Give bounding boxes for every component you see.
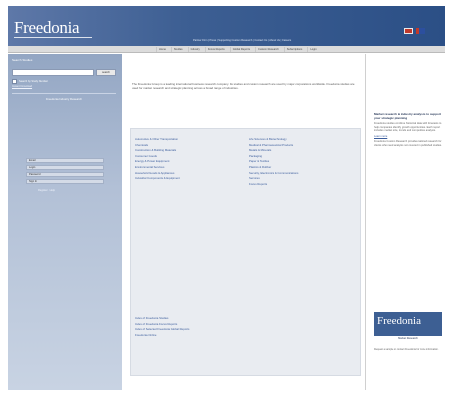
learn-more-link[interactable]: Learn more xyxy=(374,135,442,139)
study-number-label: Search by Study Number xyxy=(19,80,48,83)
index-link[interactable]: Index of Selected Freedonia Global Repor… xyxy=(135,327,189,333)
sidebar-divider xyxy=(12,93,116,94)
register-link[interactable]: Register xyxy=(38,189,48,192)
nav-item-custom[interactable]: Custom Research xyxy=(255,47,281,52)
promo-box: Market research & industry analysis to s… xyxy=(374,112,442,148)
industry-panel: Automotive & Other Transportation Chemic… xyxy=(130,128,361,376)
site-header: Freedonia Partner Firm | Press | Support… xyxy=(8,6,445,46)
header-links[interactable]: Partner Firm | Press | Supporting Custom… xyxy=(193,39,291,42)
top-nav: Home Studies Industry Focus Reports Glob… xyxy=(8,46,445,53)
study-number-checkbox[interactable] xyxy=(12,79,17,84)
promo-title: Market research & industry analysis to s… xyxy=(374,112,442,120)
promo-text-2: Freedonia Custom Research provides tailo… xyxy=(374,140,442,147)
login-form: Email Login Password Sign In xyxy=(26,158,104,186)
left-sidebar: Search Studies search Search by Study Nu… xyxy=(8,54,122,390)
industry-link[interactable]: Focus Reports xyxy=(249,182,298,188)
nav-item-studies[interactable]: Studies xyxy=(170,47,185,52)
right-sidebar: Market research & industry analysis to s… xyxy=(365,54,445,390)
password-field[interactable]: Password xyxy=(26,172,104,177)
flag-icon[interactable] xyxy=(416,28,425,34)
promo-footnote: Request a sample or contact Freedonia fo… xyxy=(374,348,439,351)
flag-icon[interactable] xyxy=(404,28,413,34)
promo-logo-subtitle: Market Research xyxy=(398,337,418,340)
index-link[interactable]: Freedonia Online xyxy=(135,333,189,339)
search-title: Search Studies xyxy=(12,58,33,62)
search-button[interactable]: search xyxy=(96,69,116,76)
index-links: Index of Freedonia Studies Index of Free… xyxy=(135,316,189,338)
sidebar-links: Register Help xyxy=(38,189,55,192)
nav-item-home[interactable]: Home xyxy=(156,47,168,52)
help-link[interactable]: Help xyxy=(50,189,55,192)
email-field[interactable]: Email xyxy=(26,158,104,163)
study-number-option[interactable]: Search by Study Number xyxy=(12,79,48,84)
promo-logo[interactable]: Freedonia xyxy=(374,312,442,336)
industry-list-left: Automotive & Other Transportation Chemic… xyxy=(135,137,180,182)
instant-download-link[interactable]: Instant Download xyxy=(12,85,32,88)
industry-link[interactable]: Construction & Building Materials xyxy=(135,148,180,154)
logo-underline xyxy=(14,37,92,38)
nav-item-industry[interactable]: Industry xyxy=(187,47,202,52)
search-input[interactable] xyxy=(12,69,94,76)
language-flags xyxy=(404,28,425,34)
industry-link[interactable]: Automotive & Other Transportation xyxy=(135,137,180,143)
page: Freedonia Partner Firm | Press | Support… xyxy=(8,6,445,390)
nav-item-subscriptions[interactable]: Subscriptions xyxy=(283,47,305,52)
intro-text: The Freedonia Group is a leading interna… xyxy=(132,82,355,91)
industry-list-right: Life Sciences & Biotechnology Medical & … xyxy=(249,137,298,187)
main-content: The Freedonia Group is a leading interna… xyxy=(126,54,363,390)
login-field[interactable]: Login xyxy=(26,165,104,170)
promo-text: Freedonia studies combine historical dat… xyxy=(374,122,442,133)
nav-item-focus[interactable]: Focus Reports xyxy=(204,47,227,52)
site-logo[interactable]: Freedonia xyxy=(14,18,80,38)
sidebar-heading: Freedonia Industry Research xyxy=(45,97,83,101)
sign-in-button[interactable]: Sign In xyxy=(26,179,104,184)
industry-link[interactable]: Industrial Components & Equipment xyxy=(135,176,180,182)
nav-item-global[interactable]: Global Reports xyxy=(229,47,252,52)
nav-item-login[interactable]: Login xyxy=(307,47,318,52)
